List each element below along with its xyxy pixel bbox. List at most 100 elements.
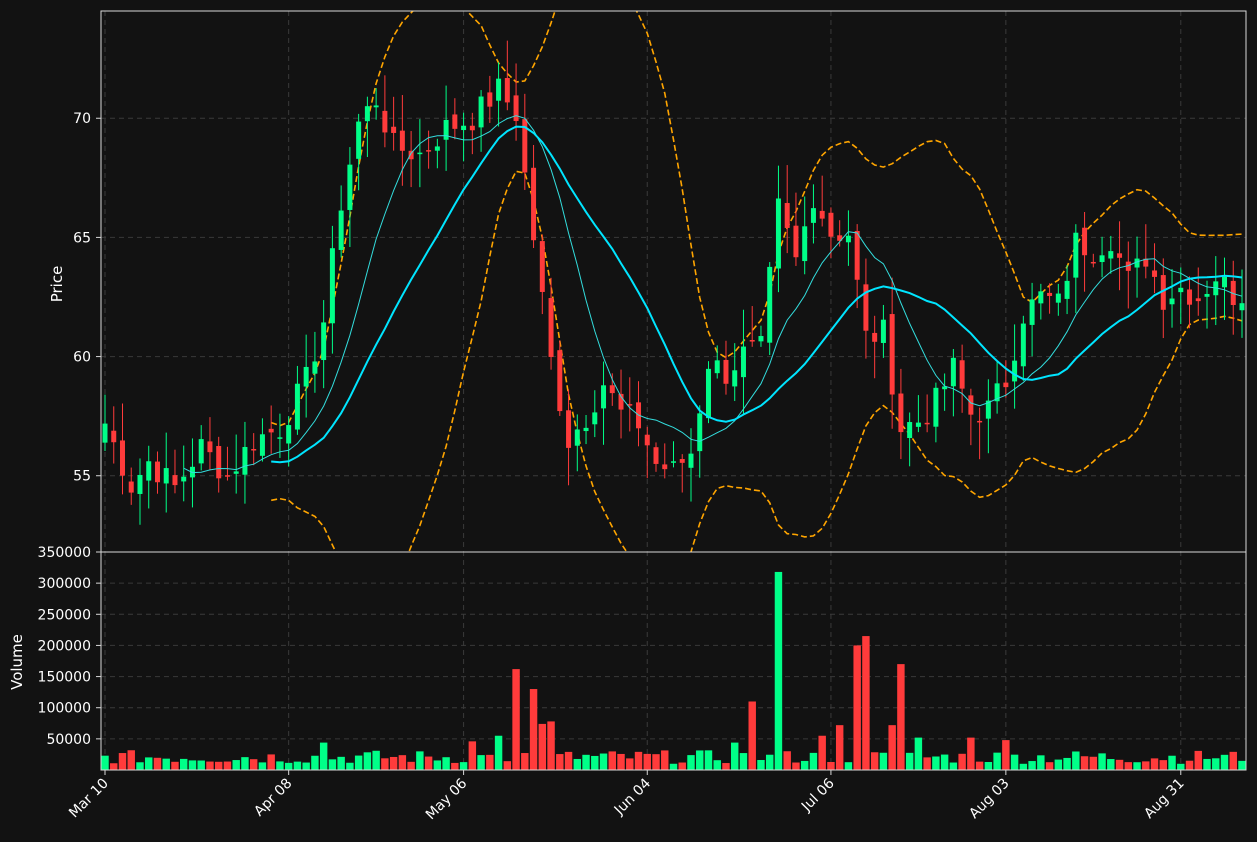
volume-bar bbox=[835, 725, 844, 770]
volume-bar bbox=[993, 752, 1001, 770]
volume-bar bbox=[302, 762, 310, 770]
candle-up bbox=[1012, 360, 1018, 382]
volume-bar bbox=[486, 754, 494, 770]
volume-bar bbox=[582, 754, 590, 770]
volume-tick-label: 300000 bbox=[38, 576, 91, 592]
volume-bar bbox=[145, 757, 153, 770]
volume-bar bbox=[433, 760, 442, 770]
volume-bar bbox=[958, 753, 966, 770]
volume-bar bbox=[967, 737, 975, 770]
candle-down bbox=[216, 446, 222, 479]
candle-down bbox=[977, 420, 983, 423]
candle-up bbox=[907, 422, 913, 439]
candle-down bbox=[251, 448, 257, 451]
volume-bar bbox=[591, 755, 599, 770]
candle-up bbox=[583, 427, 589, 432]
volume-bar bbox=[731, 742, 739, 770]
candle-down bbox=[531, 167, 537, 241]
volume-bar bbox=[459, 762, 468, 770]
candle-up bbox=[373, 105, 379, 108]
volume-bar bbox=[136, 762, 144, 770]
candle-down bbox=[723, 359, 729, 384]
volume-bar bbox=[258, 762, 267, 770]
volume-bar bbox=[1159, 760, 1168, 770]
volume-bar bbox=[748, 701, 756, 770]
candle-down bbox=[154, 461, 160, 483]
volume-bar bbox=[398, 755, 407, 770]
candle-down bbox=[793, 225, 799, 258]
volume-bar bbox=[949, 762, 958, 770]
candle-down bbox=[1090, 261, 1096, 264]
candle-up bbox=[461, 125, 467, 131]
volume-bar bbox=[643, 753, 651, 770]
candle-down bbox=[128, 481, 134, 493]
volume-bar bbox=[984, 762, 993, 770]
candle-up bbox=[1029, 299, 1035, 325]
volume-bar bbox=[870, 752, 879, 770]
volume-bar bbox=[1072, 751, 1080, 770]
volume-bar bbox=[424, 756, 433, 770]
stock-chart: 55 60 65 70 50000 100000 150000 200000 250000 30… bbox=[0, 0, 1257, 842]
candle-up bbox=[714, 360, 720, 374]
volume-bar bbox=[503, 761, 512, 770]
volume-tick-label: 250000 bbox=[38, 607, 91, 623]
volume-bar bbox=[1002, 740, 1010, 770]
candle-up bbox=[181, 476, 187, 482]
volume-bar bbox=[197, 760, 205, 770]
volume-bar bbox=[153, 757, 162, 770]
candle-down bbox=[548, 298, 554, 357]
volume-bar bbox=[110, 763, 118, 770]
candle-down bbox=[539, 241, 545, 292]
volume-bar bbox=[757, 760, 765, 770]
candle-down bbox=[557, 350, 563, 412]
volume-bar bbox=[1080, 756, 1089, 770]
candle-up bbox=[933, 387, 939, 427]
candle-up bbox=[802, 226, 808, 262]
volume-bar bbox=[477, 755, 485, 770]
volume-bar bbox=[381, 758, 389, 770]
candle-up bbox=[1064, 280, 1070, 299]
volume-tick-label: 50000 bbox=[46, 732, 91, 748]
candle-up bbox=[1038, 291, 1044, 304]
volume-bar bbox=[800, 760, 809, 770]
candle-up bbox=[434, 146, 440, 151]
candle-down bbox=[1047, 292, 1053, 296]
candle-up bbox=[592, 412, 598, 425]
volume-bar bbox=[547, 721, 555, 770]
volume-bar bbox=[765, 754, 774, 770]
volume-bar bbox=[1028, 761, 1036, 770]
candle-up bbox=[286, 425, 292, 444]
candle-down bbox=[968, 395, 974, 415]
volume-tick-label: 150000 bbox=[38, 670, 91, 686]
volume-bar bbox=[564, 751, 573, 770]
candle-up bbox=[312, 361, 318, 374]
candle-up bbox=[601, 385, 607, 409]
candle-up bbox=[758, 336, 764, 342]
candle-up bbox=[102, 423, 108, 443]
volume-bar bbox=[179, 758, 188, 770]
candle-down bbox=[644, 434, 650, 446]
candle-down bbox=[224, 475, 230, 477]
candle-up bbox=[277, 437, 283, 439]
volume-bar bbox=[1054, 759, 1063, 770]
candle-down bbox=[898, 393, 904, 433]
volume-bar bbox=[442, 757, 450, 770]
volume-bar bbox=[713, 760, 721, 770]
volume-bar bbox=[494, 735, 503, 770]
candle-down bbox=[662, 464, 668, 470]
candle-up bbox=[880, 319, 886, 343]
volume-bar bbox=[354, 755, 363, 770]
candle-down bbox=[924, 422, 930, 425]
candle-down bbox=[959, 360, 965, 389]
candle-up bbox=[1108, 251, 1114, 259]
volume-bar bbox=[1133, 762, 1141, 770]
volume-bar bbox=[897, 664, 905, 770]
volume-bar bbox=[127, 750, 135, 770]
volume-bar bbox=[634, 751, 643, 770]
volume-bar bbox=[1063, 757, 1071, 770]
volume-tick-label: 100000 bbox=[38, 701, 91, 717]
candle-down bbox=[487, 92, 493, 107]
volume-bar bbox=[792, 762, 800, 770]
volume-bar bbox=[337, 756, 345, 770]
candle-up bbox=[443, 119, 449, 140]
